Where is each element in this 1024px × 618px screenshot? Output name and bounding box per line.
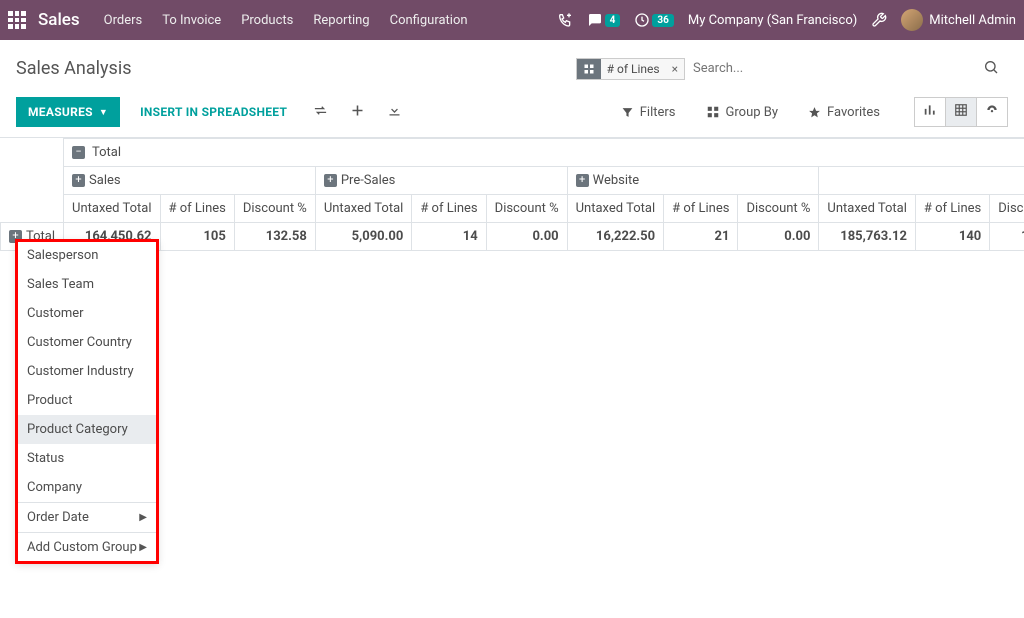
filters-button[interactable]: Filters (611, 99, 686, 126)
cell: 132.58 (990, 223, 1024, 251)
col-total-header[interactable]: − Total (64, 139, 1024, 167)
groupby-label: Group By (726, 105, 779, 120)
cell: 105 (160, 223, 234, 251)
add-custom-label: Add Custom Group (27, 540, 137, 555)
cell: 16,222.50 (567, 223, 663, 251)
dashboard-view-button[interactable] (977, 97, 1008, 127)
pivot-table: − Total +Sales +Pre-Sales +Website Untax… (0, 138, 1024, 251)
col-group-sales[interactable]: +Sales (64, 167, 316, 195)
measure-header[interactable]: Discount % (990, 195, 1024, 223)
top-nav: Sales Orders To Invoice Products Reporti… (0, 0, 1024, 40)
groupby-add-custom[interactable]: Add Custom Group ▶ (17, 533, 157, 562)
page-title: Sales Analysis (16, 58, 131, 79)
favorites-button[interactable]: Favorites (798, 99, 890, 126)
groupby-item-company[interactable]: Company (17, 473, 157, 502)
user-name: Mitchell Admin (929, 13, 1016, 28)
user-menu[interactable]: Mitchell Admin (901, 9, 1016, 31)
activity-icon[interactable]: 36 (634, 12, 673, 28)
groupby-item-sales-team[interactable]: Sales Team (17, 270, 157, 299)
cell: 21 (664, 223, 738, 251)
measure-header[interactable]: Discount % (486, 195, 567, 223)
measure-header[interactable]: # of Lines (915, 195, 989, 223)
groupby-item-customer[interactable]: Customer (17, 299, 157, 328)
measure-icon (577, 59, 601, 79)
measure-header[interactable]: Untaxed Total (819, 195, 915, 223)
filter-pill-close[interactable]: × (666, 59, 684, 79)
expand-icon[interactable]: + (576, 174, 589, 187)
search-icon[interactable] (975, 59, 1007, 79)
favorites-label: Favorites (827, 105, 880, 120)
download-icon[interactable] (381, 99, 408, 126)
collapse-icon[interactable]: − (72, 146, 85, 159)
col-group-website[interactable]: +Website (567, 167, 819, 195)
view-switcher (914, 97, 1008, 127)
expand-all-icon[interactable] (344, 99, 371, 126)
cell: 0.00 (486, 223, 567, 251)
measure-header[interactable]: # of Lines (160, 195, 234, 223)
header-row: Sales Analysis # of Lines × (0, 40, 1024, 91)
nav-configuration[interactable]: Configuration (390, 13, 468, 28)
nav-to-invoice[interactable]: To Invoice (162, 13, 221, 28)
graph-view-button[interactable] (914, 97, 946, 127)
search-area: # of Lines × (575, 54, 1008, 83)
search-input[interactable] (685, 55, 975, 82)
nav-orders[interactable]: Orders (104, 13, 143, 28)
cell: 132.58 (234, 223, 315, 251)
corner-cell (1, 139, 64, 167)
measure-header[interactable]: # of Lines (664, 195, 738, 223)
measure-header[interactable]: Untaxed Total (315, 195, 411, 223)
order-date-label: Order Date (27, 510, 89, 525)
groupby-item-status[interactable]: Status (17, 444, 157, 473)
company-switcher[interactable]: My Company (San Francisco) (688, 13, 857, 28)
apps-icon[interactable] (8, 11, 26, 29)
messages-icon[interactable]: 4 (587, 12, 621, 28)
app-name[interactable]: Sales (38, 10, 80, 30)
col-group-presales[interactable]: +Pre-Sales (315, 167, 567, 195)
cell: 185,763.12 (819, 223, 915, 251)
filters-label: Filters (640, 105, 676, 120)
cell: 14 (412, 223, 486, 251)
measure-header[interactable]: # of Lines (412, 195, 486, 223)
col-grand-total (819, 167, 1024, 195)
nav-reporting[interactable]: Reporting (313, 13, 369, 28)
cell: 140 (915, 223, 989, 251)
expand-icon[interactable]: + (324, 174, 337, 187)
groupby-item-product-category[interactable]: Product Category (17, 415, 157, 444)
activity-badge: 36 (652, 14, 673, 27)
measures-label: MEASURES (28, 105, 93, 119)
messages-badge: 4 (605, 14, 621, 27)
measure-header[interactable]: Untaxed Total (64, 195, 160, 223)
groupby-item-product[interactable]: Product (17, 386, 157, 415)
chevron-right-icon: ▶ (139, 512, 147, 523)
measure-header[interactable]: Untaxed Total (567, 195, 663, 223)
insert-spreadsheet-button[interactable]: INSERT IN SPREADSHEET (130, 97, 297, 127)
groupby-button[interactable]: Group By (696, 99, 789, 126)
groupby-item-order-date[interactable]: Order Date ▶ (17, 503, 157, 532)
groupby-dropdown: Salesperson Sales Team Customer Customer… (16, 240, 158, 563)
groupby-item-salesperson[interactable]: Salesperson (17, 241, 157, 270)
cell: 0.00 (738, 223, 819, 251)
controls-row: MEASURES ▼ INSERT IN SPREADSHEET Filters… (0, 91, 1024, 137)
nav-products[interactable]: Products (241, 13, 293, 28)
pivot-view-button[interactable] (946, 97, 977, 127)
flip-axis-icon[interactable] (307, 99, 334, 126)
phone-icon[interactable] (557, 12, 573, 28)
pivot-table-wrap: − Total +Sales +Pre-Sales +Website Untax… (0, 137, 1024, 251)
measure-header[interactable]: Discount % (738, 195, 819, 223)
measure-header[interactable]: Discount % (234, 195, 315, 223)
expand-icon[interactable]: + (72, 174, 85, 187)
filter-pill: # of Lines × (576, 58, 685, 80)
settings-icon[interactable] (871, 12, 887, 28)
filter-pill-label: # of Lines (601, 59, 666, 79)
avatar (901, 9, 923, 31)
groupby-item-customer-country[interactable]: Customer Country (17, 328, 157, 357)
chevron-right-icon: ▶ (139, 542, 147, 553)
groupby-item-customer-industry[interactable]: Customer Industry (17, 357, 157, 386)
cell: 5,090.00 (315, 223, 411, 251)
caret-down-icon: ▼ (99, 107, 108, 118)
measures-button[interactable]: MEASURES ▼ (16, 97, 120, 127)
